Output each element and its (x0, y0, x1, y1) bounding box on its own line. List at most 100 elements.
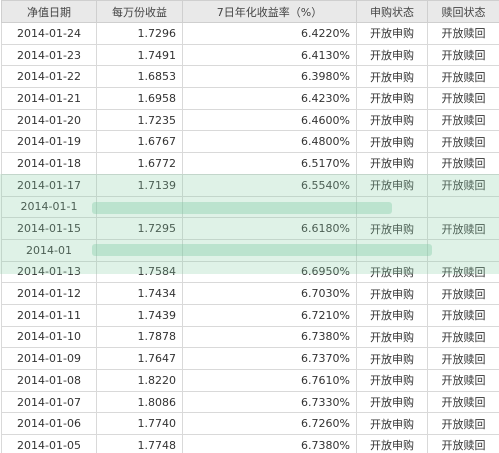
cell-purchase-status: 开放申购 (356, 347, 428, 370)
header-redemption-status[interactable]: 赎回状态 (427, 0, 499, 23)
cell-7day-annualized: 6.6180% (182, 217, 357, 240)
cell-purchase-status: 开放申购 (356, 22, 428, 45)
table-row: 2014-01-20 1.7235 6.4600% 开放申购 开放赎回 (1, 108, 499, 132)
cell-purchase-status (356, 195, 428, 219)
cell-redemption-status: 开放赎回 (427, 390, 499, 414)
cell-date: 2014-01-21 (1, 87, 97, 110)
table-header: 净值日期 每万份收益 7日年化收益率（%） 申购状态 赎回状态 (1, 0, 499, 23)
cell-purchase-status (356, 238, 428, 262)
cell-yield-per-10k: 1.7647 (96, 347, 183, 370)
cell-redemption-status: 开放赎回 (427, 65, 499, 89)
cell-7day-annualized: 6.6950% (182, 260, 357, 284)
header-purchase-status[interactable]: 申购状态 (356, 0, 428, 23)
cell-date: 2014-01 (1, 238, 97, 262)
cell-purchase-status: 开放申购 (356, 217, 428, 240)
cell-purchase-status: 开放申购 (356, 434, 428, 453)
cell-date: 2014-01-09 (1, 347, 97, 370)
cell-purchase-status: 开放申购 (356, 369, 428, 392)
cell-yield-per-10k: 1.7878 (96, 325, 183, 349)
table-row: 2014-01-23 1.7491 6.4130% 开放申购 开放赎回 (1, 43, 499, 67)
cell-7day-annualized: 6.7610% (182, 369, 357, 392)
cell-yield-per-10k: 1.7439 (96, 303, 183, 327)
cell-redemption-status: 开放赎回 (427, 303, 499, 327)
table-body: 2014-01-24 1.7296 6.4220% 开放申购 开放赎回 2014-01-2… (1, 22, 499, 453)
cell-7day-annualized: 6.7030% (182, 282, 357, 305)
cell-7day-annualized (182, 238, 357, 262)
header-yield-per-10k[interactable]: 每万份收益 (96, 0, 183, 23)
cell-redemption-status: 开放赎回 (427, 130, 499, 154)
cell-redemption-status (427, 238, 499, 262)
cell-yield-per-10k: 1.8220 (96, 369, 183, 392)
header-nav-date[interactable]: 净值日期 (1, 0, 97, 23)
cell-purchase-status: 开放申购 (356, 282, 428, 305)
cell-date: 2014-01-08 (1, 369, 97, 392)
cell-date: 2014-01-23 (1, 43, 97, 67)
cell-yield-per-10k: 1.7235 (96, 108, 183, 132)
cell-yield-per-10k: 1.7434 (96, 282, 183, 305)
cell-7day-annualized: 6.4220% (182, 22, 357, 45)
table-row: 2014-01-09 1.7647 6.7370% 开放申购 开放赎回 (1, 347, 499, 370)
cell-redemption-status: 开放赎回 (427, 217, 499, 240)
cell-7day-annualized (182, 195, 357, 219)
cell-purchase-status: 开放申购 (356, 303, 428, 327)
cell-yield-per-10k: 1.7740 (96, 412, 183, 436)
cell-redemption-status: 开放赎回 (427, 108, 499, 132)
table-row: 2014-01-06 1.7740 6.7260% 开放申购 开放赎回 (1, 412, 499, 436)
cell-date: 2014-01-10 (1, 325, 97, 349)
cell-redemption-status: 开放赎回 (427, 152, 499, 175)
cell-7day-annualized: 6.7370% (182, 347, 357, 370)
cell-yield-per-10k (96, 195, 183, 219)
cell-date: 2014-01-24 (1, 22, 97, 45)
cell-yield-per-10k: 1.7748 (96, 434, 183, 453)
table-row: 2014-01-15 1.7295 6.6180% 开放申购 开放赎回 (1, 217, 499, 240)
cell-7day-annualized: 6.7210% (182, 303, 357, 327)
cell-purchase-status: 开放申购 (356, 108, 428, 132)
cell-date: 2014-01-05 (1, 434, 97, 453)
cell-date: 2014-01-1 (1, 195, 97, 219)
table-row: 2014-01-22 1.6853 6.3980% 开放申购 开放赎回 (1, 65, 499, 89)
cell-purchase-status: 开放申购 (356, 130, 428, 154)
cell-date: 2014-01-07 (1, 390, 97, 414)
table-row: 2014-01-10 1.7878 6.7380% 开放申购 开放赎回 (1, 325, 499, 349)
cell-date: 2014-01-19 (1, 130, 97, 154)
cell-redemption-status: 开放赎回 (427, 282, 499, 305)
cell-redemption-status: 开放赎回 (427, 43, 499, 67)
cell-date: 2014-01-17 (1, 173, 97, 197)
cell-redemption-status: 开放赎回 (427, 325, 499, 349)
cell-purchase-status: 开放申购 (356, 173, 428, 197)
cell-date: 2014-01-11 (1, 303, 97, 327)
table-row: 2014-01-07 1.8086 6.7330% 开放申购 开放赎回 (1, 390, 499, 414)
cell-redemption-status: 开放赎回 (427, 87, 499, 110)
cell-purchase-status: 开放申购 (356, 412, 428, 436)
header-7day-annualized[interactable]: 7日年化收益率（%） (182, 0, 357, 23)
cell-yield-per-10k: 1.7584 (96, 260, 183, 284)
cell-redemption-status: 开放赎回 (427, 369, 499, 392)
table-row: 2014-01-18 1.6772 6.5170% 开放申购 开放赎回 (1, 152, 499, 175)
cell-date: 2014-01-20 (1, 108, 97, 132)
table-row: 2014-01-19 1.6767 6.4800% 开放申购 开放赎回 (1, 130, 499, 154)
table-row: 2014-01-24 1.7296 6.4220% 开放申购 开放赎回 (1, 22, 499, 45)
cell-redemption-status: 开放赎回 (427, 412, 499, 436)
cell-yield-per-10k: 1.7491 (96, 43, 183, 67)
cell-yield-per-10k: 1.6767 (96, 130, 183, 154)
cell-date: 2014-01-13 (1, 260, 97, 284)
cell-date: 2014-01-12 (1, 282, 97, 305)
cell-yield-per-10k: 1.8086 (96, 390, 183, 414)
cell-purchase-status: 开放申购 (356, 260, 428, 284)
cell-redemption-status: 开放赎回 (427, 434, 499, 453)
cell-yield-per-10k: 1.7296 (96, 22, 183, 45)
table-row: 2014-01-05 1.7748 6.7380% 开放申购 开放赎回 (1, 434, 499, 453)
cell-7day-annualized: 6.4130% (182, 43, 357, 67)
table-row: 2014-01-13 1.7584 6.6950% 开放申购 开放赎回 (1, 260, 499, 284)
cell-date: 2014-01-15 (1, 217, 97, 240)
table-row: 2014-01-08 1.8220 6.7610% 开放申购 开放赎回 (1, 369, 499, 392)
cell-redemption-status (427, 195, 499, 219)
cell-date: 2014-01-22 (1, 65, 97, 89)
cell-7day-annualized: 6.7260% (182, 412, 357, 436)
cell-yield-per-10k: 1.7139 (96, 173, 183, 197)
fund-yield-page: 净值日期 每万份收益 7日年化收益率（%） 申购状态 赎回状态 2014-01-… (0, 0, 499, 453)
table-row: 2014-01-12 1.7434 6.7030% 开放申购 开放赎回 (1, 282, 499, 305)
cell-purchase-status: 开放申购 (356, 152, 428, 175)
cell-purchase-status: 开放申购 (356, 65, 428, 89)
table-row: 2014-01-1 (1, 195, 499, 219)
